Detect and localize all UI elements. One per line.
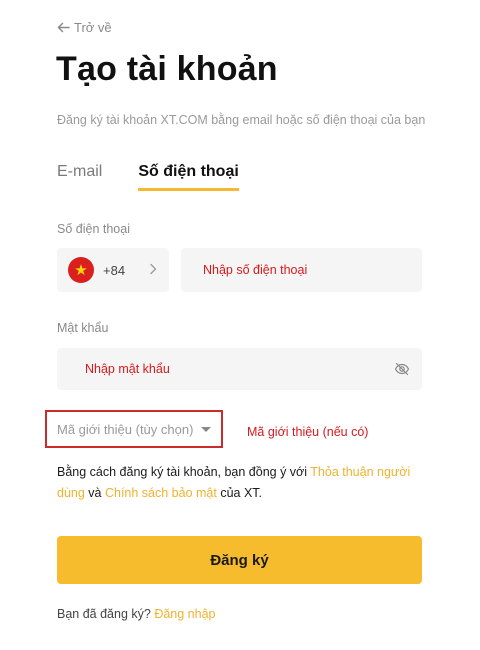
referral-label: Mã giới thiệu (tùy chọn) (57, 421, 194, 437)
referral-code-toggle[interactable]: Mã giới thiệu (tùy chọn) (45, 410, 223, 448)
terms-suffix: của XT. (216, 486, 263, 500)
tab-phone[interactable]: Số điện thoại (138, 163, 239, 191)
phone-label: Số điện thoại (57, 222, 130, 236)
register-button[interactable]: Đăng ký (57, 536, 422, 584)
password-input[interactable] (57, 348, 422, 390)
password-label: Mật khẩu (57, 321, 109, 335)
tab-email[interactable]: E-mail (57, 163, 102, 191)
chevron-right-icon (150, 263, 157, 275)
back-link[interactable]: Trở về (57, 20, 112, 35)
caret-down-icon (201, 426, 212, 432)
password-field (57, 348, 422, 390)
referral-annotation: Mã giới thiệu (nếu có) (247, 425, 369, 439)
eye-off-icon[interactable] (394, 361, 410, 377)
login-link[interactable]: Đăng nhập (154, 607, 215, 621)
terms-text: Bằng cách đăng ký tài khoản, bạn đồng ý … (57, 462, 427, 504)
terms-prefix: Bằng cách đăng ký tài khoản, bạn đồng ý … (57, 465, 311, 479)
page-subtitle: Đăng ký tài khoản XT.COM bằng email hoặc… (57, 113, 426, 127)
page-title: Tạo tài khoản (56, 50, 278, 88)
privacy-policy-link[interactable]: Chính sách bảo mật (105, 486, 217, 500)
signup-method-tabs: E-mail Số điện thoại (57, 163, 239, 191)
phone-field (181, 248, 422, 292)
login-prompt-text: Bạn đã đăng ký? (57, 607, 151, 621)
vietnam-flag-icon: ★ (68, 257, 94, 283)
arrow-left-icon (57, 22, 70, 33)
terms-and: và (84, 486, 105, 500)
back-label: Trở về (74, 20, 112, 35)
country-code: +84 (103, 262, 126, 278)
phone-input[interactable] (181, 248, 422, 292)
country-code-select[interactable]: ★ +84 (57, 248, 169, 292)
login-prompt: Bạn đã đăng ký? Đăng nhập (57, 607, 215, 621)
